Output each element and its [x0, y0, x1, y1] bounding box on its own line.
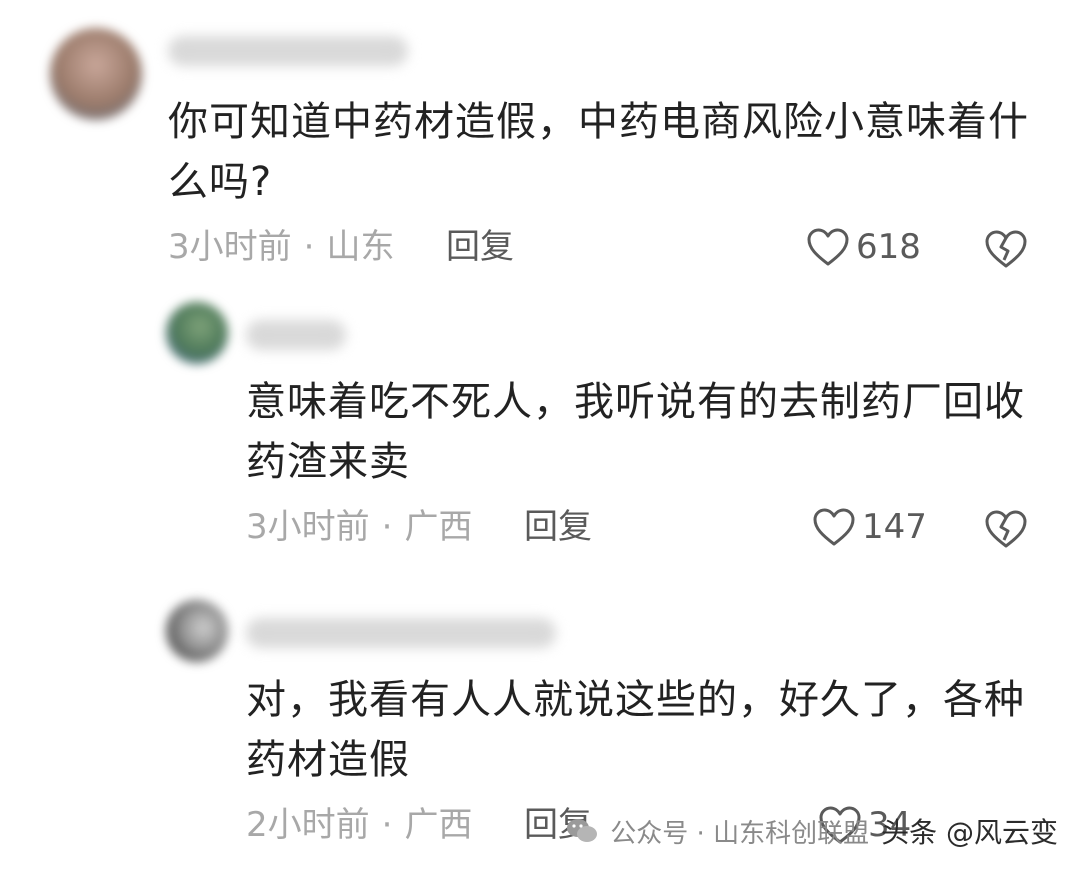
like-count: 147: [862, 507, 927, 547]
avatar[interactable]: [50, 28, 142, 120]
separator-dot: ·: [381, 805, 393, 845]
like-count: 618: [856, 227, 921, 267]
heart-icon: [807, 228, 849, 266]
watermark-source: 头条 @风云变: [881, 816, 1058, 849]
avatar[interactable]: [166, 600, 228, 662]
username-blurred[interactable]: [168, 36, 408, 66]
comment-text-line-1: 对，我看有人人就说这些的，好久了，各种: [246, 677, 1025, 723]
reply-button[interactable]: 回复: [446, 222, 514, 272]
comment-meta: 3小时前 · 山东: [168, 222, 394, 272]
broken-heart-icon[interactable]: [984, 506, 1028, 550]
comment-text-line-2: 药渣来卖: [246, 439, 410, 485]
comment-text: 意味着吃不死人，我听说有的去制药厂回收 药渣来卖: [246, 372, 1046, 492]
wechat-icon: [567, 819, 598, 842]
heart-icon: [813, 508, 855, 546]
comment-meta: 2小时前 · 广西: [246, 800, 472, 850]
comment-text-line-2: 么吗?: [168, 159, 273, 205]
separator-dot: ·: [303, 227, 315, 267]
comment-meta: 3小时前 · 广西: [246, 502, 472, 552]
separator-dot: ·: [381, 507, 393, 547]
username-blurred[interactable]: [246, 320, 346, 350]
broken-heart-icon[interactable]: [984, 226, 1028, 270]
comment-text-line-1: 意味着吃不死人，我听说有的去制药厂回收: [246, 379, 1025, 425]
like-button[interactable]: 147: [812, 502, 927, 552]
comment-text: 对，我看有人人就说这些的，好久了，各种 药材造假: [246, 670, 1046, 790]
avatar[interactable]: [166, 302, 228, 364]
watermark-channel: 公众号 · 山东科创联盟: [610, 818, 870, 849]
reply-button[interactable]: 回复: [524, 502, 592, 552]
comment-text: 你可知道中药材造假，中药电商风险小意味着什 么吗?: [168, 92, 1048, 212]
comment-time: 2小时前: [246, 805, 370, 845]
comment-time: 3小时前: [246, 507, 370, 547]
username-blurred[interactable]: [246, 618, 556, 648]
comment-location: 广西: [404, 805, 473, 845]
watermark: 公众号 · 山东科创联盟 头条 @风云变: [564, 806, 1058, 856]
comment-location: 广西: [404, 507, 473, 547]
comment-time: 3小时前: [168, 227, 292, 267]
comment-text-line-2: 药材造假: [246, 737, 410, 783]
comment-text-line-1: 你可知道中药材造假，中药电商风险小意味着什: [168, 99, 1029, 145]
like-button[interactable]: 618: [806, 222, 921, 272]
comment-location: 山东: [326, 227, 395, 267]
